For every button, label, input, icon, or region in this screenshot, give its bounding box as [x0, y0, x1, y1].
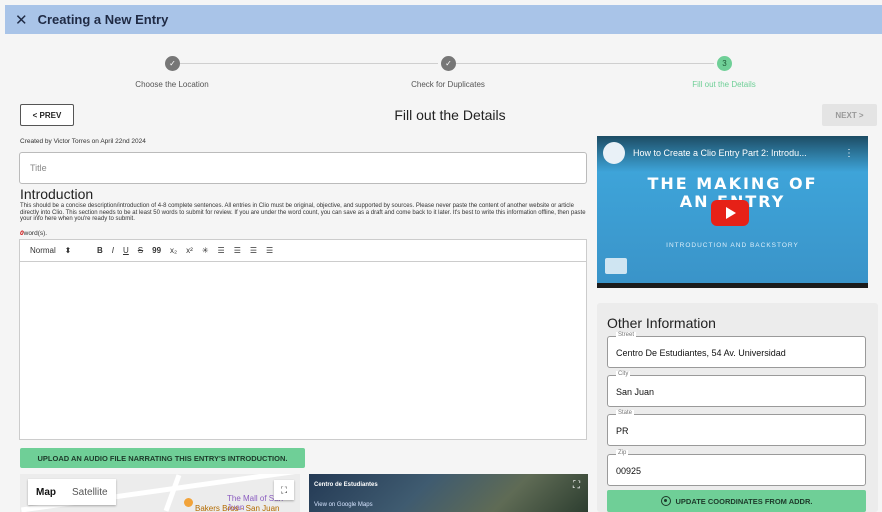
zip-value: 00925 — [616, 466, 642, 476]
map-place-label: Bakers Bros - San Juan — [195, 504, 280, 512]
window-title: Creating a New Entry — [37, 12, 169, 27]
city-value: San Juan — [616, 387, 655, 397]
street-view[interactable]: Centro de Estudiantes View on Google Map… — [309, 474, 588, 512]
prev-button[interactable]: < PREV — [20, 104, 74, 126]
satellite-tab[interactable]: Satellite — [64, 487, 116, 498]
word-count: 0word(s). — [20, 230, 47, 237]
select-arrows-icon: ⬍ — [64, 246, 72, 255]
introduction-heading: Introduction — [20, 186, 94, 202]
window-titlebar: ✕ Creating a New Entry — [5, 5, 882, 34]
update-coordinates-label: UPDATE COORDINATES FROM ADDR. — [675, 496, 813, 506]
step-number-badge: 3 — [717, 56, 732, 71]
title-input[interactable]: Title — [19, 152, 587, 184]
page-title: Fill out the Details — [394, 107, 506, 123]
map-road — [163, 474, 182, 512]
superscript-button[interactable]: x² — [186, 246, 193, 255]
fullscreen-icon[interactable]: ⛶ — [573, 480, 580, 491]
target-icon — [660, 496, 671, 506]
street-label: Street — [616, 332, 637, 338]
video-bottom-bar — [597, 283, 868, 288]
check-icon: ✓ — [441, 56, 456, 71]
state-label: State — [616, 410, 635, 416]
underline-button[interactable]: U — [123, 246, 129, 255]
bullet-list-icon[interactable]: ☰ — [234, 246, 241, 255]
bold-button[interactable]: B — [97, 246, 103, 255]
introduction-description: This should be a concise description/int… — [20, 203, 586, 222]
format-select[interactable]: Normal ⬍ — [30, 246, 88, 255]
ordered-list-icon[interactable]: ☰ — [218, 246, 225, 255]
city-label: City — [616, 371, 631, 377]
view-on-google-maps-link[interactable]: View on Google Maps — [314, 502, 373, 508]
stepper: ✓ Choose the Location ✓ Check for Duplic… — [0, 55, 882, 95]
indent-icon[interactable]: ☰ — [250, 246, 257, 255]
map-tab[interactable]: Map — [28, 487, 64, 498]
zip-field[interactable]: Zip 00925 — [607, 450, 866, 486]
created-by-text: Created by Victor Torres on April 22nd 2… — [20, 138, 146, 145]
step-connector — [456, 63, 714, 64]
city-field[interactable]: City San Juan — [607, 371, 866, 407]
state-field[interactable]: State PR — [607, 410, 866, 446]
word-count-suffix: word(s). — [23, 230, 48, 237]
clear-format-icon[interactable]: ✳ — [202, 246, 209, 255]
more-options-icon[interactable]: ⋮ — [844, 148, 854, 159]
zip-label: Zip — [616, 450, 629, 456]
play-button-icon[interactable] — [711, 200, 749, 226]
upload-audio-button[interactable]: UPLOAD AN AUDIO FILE NARRATING THIS ENTR… — [20, 448, 305, 468]
street-view-place: Centro de Estudiantes — [314, 482, 378, 488]
close-icon[interactable]: ✕ — [15, 11, 28, 29]
map-type-toggle: Map Satellite — [28, 479, 116, 505]
editor-toolbar: Normal ⬍ B I U S 99 x₂ x² ✳ ☰ ☰ ☰ ☰ — [20, 240, 586, 262]
map-pin-icon — [184, 498, 193, 507]
step-label-duplicates: Check for Duplicates — [411, 80, 485, 89]
quote-button[interactable]: 99 — [152, 246, 161, 255]
youtube-video[interactable]: How to Create a Clio Entry Part 2: Intro… — [597, 136, 868, 288]
other-information-heading: Other Information — [607, 315, 716, 331]
house-icon — [605, 258, 627, 274]
step-label-details: Fill out the Details — [692, 80, 756, 89]
check-icon: ✓ — [165, 56, 180, 71]
step-label-location: Choose the Location — [135, 80, 209, 89]
fullscreen-icon[interactable]: ⛶ — [274, 480, 294, 500]
introduction-editor[interactable]: Normal ⬍ B I U S 99 x₂ x² ✳ ☰ ☰ ☰ ☰ — [19, 239, 587, 440]
update-coordinates-button[interactable]: UPDATE COORDINATES FROM ADDR. — [607, 490, 866, 512]
strike-button[interactable]: S — [138, 246, 143, 255]
location-map[interactable]: Map Satellite The Mall of San Juan Baker… — [20, 474, 300, 512]
format-select-value: Normal — [30, 246, 56, 255]
street-value: Centro De Estudiantes, 54 Av. Universida… — [616, 348, 786, 358]
street-field[interactable]: Street Centro De Estudiantes, 54 Av. Uni… — [607, 332, 866, 368]
other-information-panel: Other Information Street Centro De Estud… — [597, 303, 878, 512]
next-button[interactable]: NEXT > — [822, 104, 877, 126]
channel-avatar[interactable] — [603, 142, 625, 164]
subscript-button[interactable]: x₂ — [170, 246, 177, 255]
state-value: PR — [616, 426, 629, 436]
video-subtitle: INTRODUCTION AND BACKSTORY — [666, 242, 799, 249]
video-title[interactable]: How to Create a Clio Entry Part 2: Intro… — [633, 148, 807, 158]
italic-button[interactable]: I — [112, 246, 114, 255]
video-headline-1: THE MAKING OF — [647, 174, 818, 193]
outdent-icon[interactable]: ☰ — [266, 246, 273, 255]
step-connector — [180, 63, 438, 64]
